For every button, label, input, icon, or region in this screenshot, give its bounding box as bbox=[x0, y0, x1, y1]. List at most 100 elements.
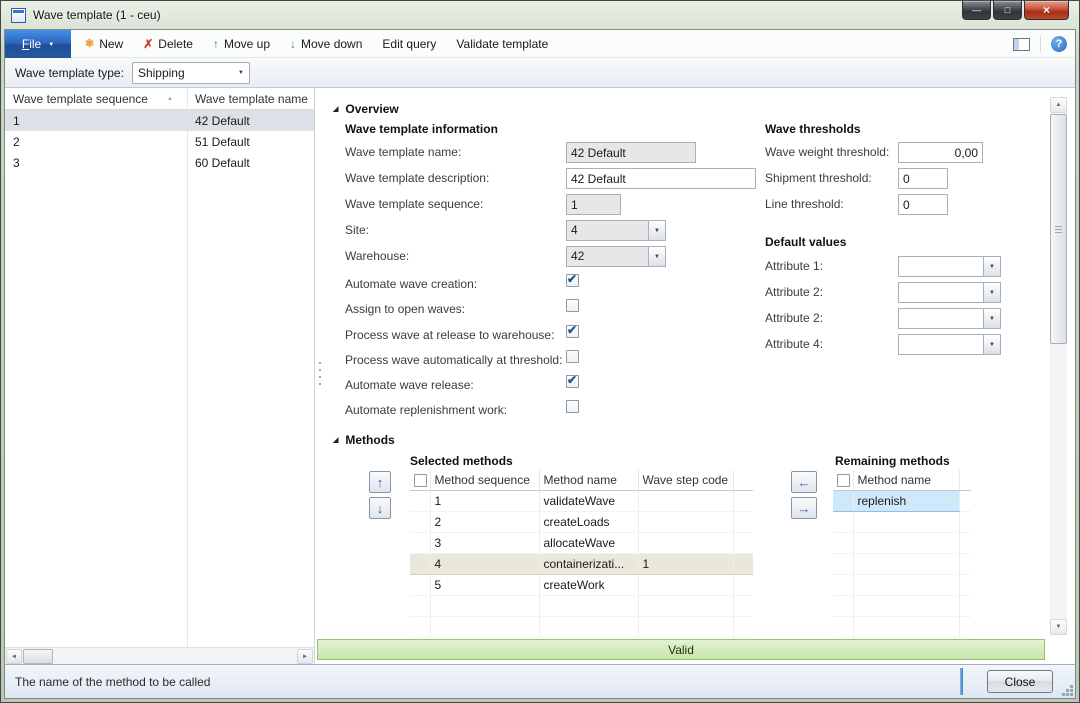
attribute-4-combobox[interactable]: ▼ bbox=[898, 334, 1001, 355]
filler-header bbox=[733, 470, 753, 490]
new-button[interactable]: ✱ New bbox=[85, 37, 123, 51]
edit-query-label: Edit query bbox=[382, 37, 436, 51]
attribute-3-dropdown-button[interactable]: ▼ bbox=[983, 308, 1001, 329]
site-dropdown-button[interactable]: ▼ bbox=[648, 220, 666, 241]
thresholds-group-title: Wave thresholds bbox=[765, 122, 861, 136]
minimize-button[interactable]: — bbox=[962, 1, 991, 20]
overview-section-header[interactable]: ◢ Overview bbox=[333, 102, 399, 116]
window-title: Wave template (1 - ceu) bbox=[33, 8, 161, 22]
delete-button[interactable]: ✗ Delete bbox=[143, 37, 193, 51]
attribute-3-value bbox=[898, 308, 983, 329]
panel-splitter[interactable] bbox=[316, 88, 324, 664]
collapse-icon: ◢ bbox=[333, 105, 338, 113]
close-button[interactable]: Close bbox=[987, 670, 1053, 693]
methods-section-header[interactable]: ◢ Methods bbox=[333, 433, 395, 447]
site-label: Site: bbox=[345, 223, 369, 237]
scroll-down-button[interactable]: ▼ bbox=[1050, 619, 1067, 635]
scroll-right-button[interactable]: ► bbox=[297, 649, 313, 664]
process-wave-threshold-checkbox[interactable] bbox=[566, 350, 579, 363]
edit-query-button[interactable]: Edit query bbox=[382, 37, 436, 51]
selected-methods-grid[interactable]: Method sequence Method name Wave step co… bbox=[410, 470, 753, 638]
method-row-selected[interactable]: replenish bbox=[833, 490, 971, 511]
select-all-checkbox[interactable] bbox=[837, 474, 850, 487]
assign-open-waves-checkbox[interactable] bbox=[566, 299, 579, 312]
sequence-down-button[interactable]: ↓ bbox=[369, 497, 391, 519]
scrollbar-thumb[interactable] bbox=[1050, 114, 1067, 344]
method-row[interactable]: 3allocateWave bbox=[410, 532, 753, 553]
statusbar-divider bbox=[960, 668, 963, 695]
remaining-methods-grid[interactable]: Method name replenish bbox=[833, 470, 971, 638]
close-window-button[interactable]: × bbox=[1024, 1, 1069, 20]
shipment-threshold-input[interactable] bbox=[898, 168, 948, 189]
column-header-method-name[interactable]: Method name bbox=[853, 470, 959, 490]
shipment-threshold-label: Shipment threshold: bbox=[765, 171, 872, 185]
attribute-1-dropdown-button[interactable]: ▼ bbox=[983, 256, 1001, 277]
cell-method-sequence: 1 bbox=[430, 490, 539, 511]
cell-method-name: validateWave bbox=[539, 490, 638, 511]
help-icon[interactable]: ? bbox=[1051, 36, 1067, 52]
move-to-selected-button[interactable]: ← bbox=[791, 471, 817, 493]
cell-method-sequence: 3 bbox=[430, 532, 539, 553]
sequence-up-button[interactable]: ↑ bbox=[369, 471, 391, 493]
attribute-4-value bbox=[898, 334, 983, 355]
wave-template-type-label: Wave template type: bbox=[15, 66, 124, 80]
wave-template-type-combobox[interactable]: Shipping ▼ bbox=[132, 62, 250, 84]
method-row-selected[interactable]: 4containerizati...1 bbox=[410, 553, 753, 574]
automate-wave-release-checkbox[interactable] bbox=[566, 375, 579, 388]
line-threshold-input[interactable] bbox=[898, 194, 948, 215]
layout-icon[interactable] bbox=[1013, 38, 1030, 51]
column-header-method-name[interactable]: Method name bbox=[539, 470, 638, 490]
attribute-1-combobox[interactable]: ▼ bbox=[898, 256, 1001, 277]
move-down-button[interactable]: ↓ Move down bbox=[290, 37, 362, 51]
maximize-button[interactable]: □ bbox=[993, 1, 1022, 20]
filler-header bbox=[959, 470, 971, 490]
info-group-title: Wave template information bbox=[345, 122, 498, 136]
select-all-checkbox[interactable] bbox=[414, 474, 427, 487]
detail-panel: ◢ Overview Wave template information Wav… bbox=[324, 88, 1075, 664]
resize-grip-icon[interactable] bbox=[1070, 693, 1073, 696]
automate-wave-creation-checkbox[interactable] bbox=[566, 274, 579, 287]
weight-threshold-input[interactable] bbox=[898, 142, 983, 163]
warehouse-combobox[interactable]: 42 ▼ bbox=[566, 246, 666, 267]
method-row[interactable]: 2createLoads bbox=[410, 511, 753, 532]
table-row[interactable]: 3 60 Default bbox=[5, 152, 314, 173]
method-row[interactable]: 5createWork bbox=[410, 574, 753, 595]
automate-replenishment-checkbox[interactable] bbox=[566, 400, 579, 413]
move-to-remaining-button[interactable]: → bbox=[791, 497, 817, 519]
warehouse-dropdown-button[interactable]: ▼ bbox=[648, 246, 666, 267]
move-up-button[interactable]: ↑ Move up bbox=[213, 37, 270, 51]
warehouse-value: 42 bbox=[566, 246, 648, 267]
chevron-down-icon: ▼ bbox=[654, 228, 660, 234]
attribute-2-combobox[interactable]: ▼ bbox=[898, 282, 1001, 303]
column-header-wave-step-code[interactable]: Wave step code bbox=[638, 470, 733, 490]
process-wave-release-checkbox[interactable] bbox=[566, 325, 579, 338]
site-combobox[interactable]: 4 ▼ bbox=[566, 220, 666, 241]
maximize-icon: □ bbox=[1005, 5, 1010, 15]
select-all-cell bbox=[410, 470, 430, 490]
attribute-4-dropdown-button[interactable]: ▼ bbox=[983, 334, 1001, 355]
wave-template-sequence-input[interactable] bbox=[566, 194, 621, 215]
automate-wave-release-label: Automate wave release: bbox=[345, 378, 474, 392]
table-row[interactable]: 1 42 Default bbox=[5, 110, 314, 131]
method-row[interactable]: 1validateWave bbox=[410, 490, 753, 511]
table-row[interactable]: 2 51 Default bbox=[5, 131, 314, 152]
wave-template-description-input[interactable] bbox=[566, 168, 756, 189]
scroll-up-button[interactable]: ▲ bbox=[1050, 97, 1067, 113]
scrollbar-thumb[interactable] bbox=[23, 649, 53, 664]
scroll-left-button[interactable]: ◄ bbox=[6, 649, 22, 664]
wave-template-type-value: Shipping bbox=[138, 66, 185, 80]
column-header-sequence[interactable]: Wave template sequence bbox=[13, 92, 148, 106]
attribute-2-dropdown-button[interactable]: ▼ bbox=[983, 282, 1001, 303]
column-header-method-sequence[interactable]: Method sequence bbox=[430, 470, 539, 490]
validate-template-button[interactable]: Validate template bbox=[456, 37, 548, 51]
row-selector bbox=[410, 511, 430, 532]
empty-row bbox=[833, 574, 971, 595]
validate-template-label: Validate template bbox=[456, 37, 548, 51]
wave-template-name-input[interactable] bbox=[566, 142, 696, 163]
column-header-name[interactable]: Wave template name bbox=[195, 92, 308, 106]
vertical-scrollbar: ▲ ▼ bbox=[1050, 97, 1067, 635]
file-menu-button[interactable]: File ▼ bbox=[5, 30, 71, 58]
selected-methods-title: Selected methods bbox=[410, 454, 513, 468]
attribute-3-combobox[interactable]: ▼ bbox=[898, 308, 1001, 329]
delete-icon: ✗ bbox=[143, 38, 153, 50]
